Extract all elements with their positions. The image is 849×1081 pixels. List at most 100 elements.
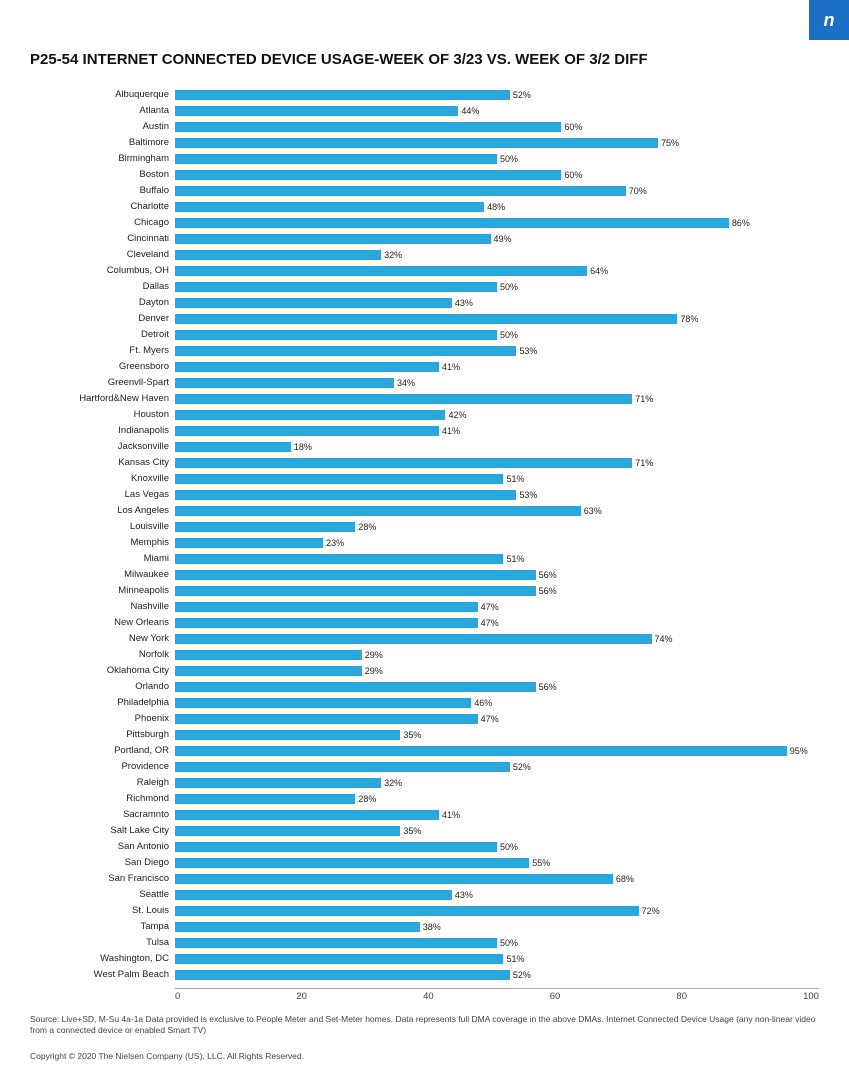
city-label: Austin (30, 121, 175, 132)
bar-value-label: 60% (564, 170, 582, 180)
bar-row: Denver78% (30, 312, 819, 326)
bar-row: New Orleans47% (30, 616, 819, 630)
city-label: New York (30, 633, 175, 644)
bar-value-label: 50% (500, 330, 518, 340)
bar-value-label: 47% (481, 602, 499, 612)
bar-container: 74% (175, 634, 819, 644)
bar-container: 52% (175, 970, 819, 980)
city-label: Washington, DC (30, 953, 175, 964)
city-label: Pittsburgh (30, 729, 175, 740)
city-label: Orlando (30, 681, 175, 692)
bar-value-label: 34% (397, 378, 415, 388)
bar-container: 56% (175, 682, 819, 692)
bar-container: 51% (175, 554, 819, 564)
bar-row: Oklahoma City29% (30, 664, 819, 678)
bar-value-label: 52% (513, 970, 531, 980)
bar-value-label: 50% (500, 282, 518, 292)
city-label: Kansas City (30, 457, 175, 468)
city-label: Tulsa (30, 937, 175, 948)
bar (175, 778, 381, 788)
bar-row: Seattle43% (30, 888, 819, 902)
bar-value-label: 48% (487, 202, 505, 212)
x-axis-line (175, 988, 819, 989)
bar-container: 48% (175, 202, 819, 212)
bar-value-label: 50% (500, 154, 518, 164)
city-label: Dallas (30, 281, 175, 292)
bar (175, 746, 787, 756)
nielsen-badge: n (809, 0, 849, 40)
bar-row: Portland, OR95% (30, 744, 819, 758)
bar-value-label: 42% (448, 410, 466, 420)
bar-value-label: 29% (365, 666, 383, 676)
bar (175, 666, 362, 676)
bar-row: Columbus, OH64% (30, 264, 819, 278)
bar-value-label: 47% (481, 618, 499, 628)
city-label: Cleveland (30, 249, 175, 260)
bar-value-label: 56% (539, 570, 557, 580)
city-label: Milwaukee (30, 569, 175, 580)
bar-container: 41% (175, 426, 819, 436)
city-label: Boston (30, 169, 175, 180)
bar-container: 41% (175, 810, 819, 820)
bar-container: 29% (175, 666, 819, 676)
bar-value-label: 49% (494, 234, 512, 244)
source-text: Source: Live+SD, M-Su 4a-1a Data provide… (30, 1014, 819, 1038)
bar (175, 506, 581, 516)
bar (175, 842, 497, 852)
bar-container: 56% (175, 570, 819, 580)
bar-row: Louisville28% (30, 520, 819, 534)
city-label: Miami (30, 553, 175, 564)
bar-row: Greensboro41% (30, 360, 819, 374)
bar-value-label: 56% (539, 682, 557, 692)
bar-row: Norfolk29% (30, 648, 819, 662)
x-axis-area: 020406080100 (30, 988, 819, 1002)
bar-row: Phoenix47% (30, 712, 819, 726)
bar-value-label: 72% (642, 906, 660, 916)
bar-row: Washington, DC51% (30, 952, 819, 966)
bar (175, 570, 536, 580)
bar-row: Raleigh32% (30, 776, 819, 790)
bar-value-label: 63% (584, 506, 602, 516)
city-label: Salt Lake City (30, 825, 175, 836)
bar (175, 970, 510, 980)
bar-container: 47% (175, 714, 819, 724)
bar-container: 60% (175, 122, 819, 132)
city-label: Charlotte (30, 201, 175, 212)
bar (175, 906, 639, 916)
copyright-text: Copyright © 2020 The Nielsen Company (US… (30, 1051, 819, 1061)
bar-container: 18% (175, 442, 819, 452)
city-label: St. Louis (30, 905, 175, 916)
x-axis-label: 100 (803, 991, 819, 1002)
x-axis-label: 80 (676, 991, 687, 1002)
bar-value-label: 71% (635, 394, 653, 404)
bar (175, 346, 516, 356)
bar (175, 394, 632, 404)
bar-row: San Francisco68% (30, 872, 819, 886)
bar-value-label: 44% (461, 106, 479, 116)
bar (175, 90, 510, 100)
bar (175, 170, 561, 180)
bar-value-label: 43% (455, 890, 473, 900)
bar-row: Providence52% (30, 760, 819, 774)
bar-container: 70% (175, 186, 819, 196)
bar-row: Los Angeles63% (30, 504, 819, 518)
city-label: Detroit (30, 329, 175, 340)
bar (175, 362, 439, 372)
bar-value-label: 47% (481, 714, 499, 724)
city-label: Greensboro (30, 361, 175, 372)
bar-container: 28% (175, 522, 819, 532)
bar-row: Milwaukee 56% (30, 568, 819, 582)
bar-container: 75% (175, 138, 819, 148)
bar-row: Greenvll-Spart34% (30, 376, 819, 390)
bar (175, 490, 516, 500)
bar-value-label: 46% (474, 698, 492, 708)
bar-row: Birmingham50% (30, 152, 819, 166)
city-label: San Diego (30, 857, 175, 868)
bar-container: 60% (175, 170, 819, 180)
bar-value-label: 32% (384, 250, 402, 260)
bar-container: 32% (175, 778, 819, 788)
bar-value-label: 68% (616, 874, 634, 884)
city-label: Sacramnto (30, 809, 175, 820)
city-label: Buffalo (30, 185, 175, 196)
bar-value-label: 95% (790, 746, 808, 756)
